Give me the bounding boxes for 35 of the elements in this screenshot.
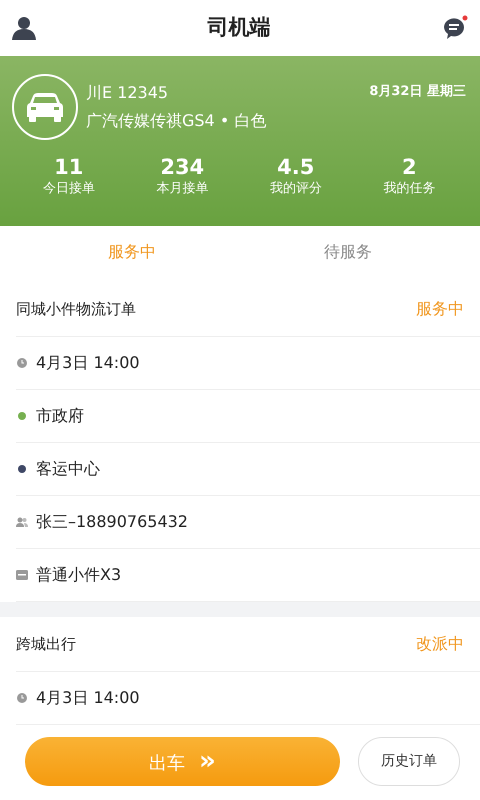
plate-number: 川E 12345 — [86, 82, 170, 104]
box-icon — [16, 570, 28, 580]
clock-icon — [17, 693, 27, 703]
order-detail: 市政府 — [36, 405, 84, 427]
vehicle-model: 广汽传媒传祺GS4 • 白色 — [86, 110, 268, 132]
start-dot-icon — [18, 412, 26, 420]
order-title: 跨城出行 — [16, 634, 76, 655]
stat-value: 2 — [400, 156, 418, 180]
order-detail: 普通小件X3 — [36, 564, 122, 586]
clock-icon — [17, 358, 27, 368]
stat-value: 234 — [159, 156, 206, 180]
order-detail: 4月3日 14:00 — [36, 687, 140, 709]
order-status: 改派中 — [416, 633, 464, 655]
message-icon[interactable] — [442, 15, 468, 41]
date-text: 8月32日 星期三 — [369, 83, 466, 101]
history-button[interactable]: 历史订单 — [358, 737, 460, 786]
stat-label: 我的任务 — [382, 180, 436, 198]
order-detail: 张三–18890765432 — [36, 511, 188, 533]
tab[interactable]: 服务中 — [24, 226, 240, 278]
order-title: 同城小件物流订单 — [16, 298, 136, 320]
order-detail: 客运中心 — [36, 458, 100, 480]
stat-label: 我的评分 — [268, 180, 323, 198]
depart-button[interactable]: 出车 » — [25, 737, 340, 786]
tab[interactable]: 待服务 — [240, 226, 456, 278]
order-status: 服务中 — [416, 298, 464, 320]
stat-label: 今日接单 — [42, 180, 96, 198]
page-title: 司机端 — [208, 14, 270, 42]
car-icon — [26, 92, 64, 122]
end-dot-icon — [18, 465, 26, 473]
order-detail: 4月3日 14:00 — [36, 352, 140, 374]
people-icon — [16, 517, 28, 527]
stat-value: 11 — [53, 156, 84, 180]
stat-value: 4.5 — [276, 156, 316, 180]
stat-label: 本月接单 — [155, 180, 210, 198]
user-icon[interactable] — [12, 16, 36, 40]
